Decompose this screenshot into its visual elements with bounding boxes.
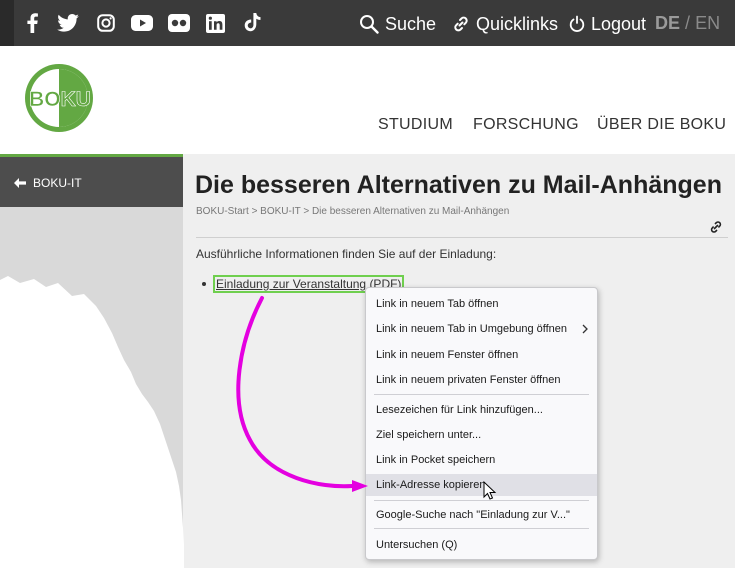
chevron-right-icon <box>582 324 588 334</box>
search-icon <box>360 15 379 34</box>
page-title: Die besseren Alternativen zu Mail-Anhäng… <box>195 171 722 199</box>
menu-item-copy-link-address[interactable]: Link-Adresse kopieren <box>366 474 597 496</box>
boku-logo-icon: BOKU <box>25 64 93 132</box>
quicklinks-label: Quicklinks <box>476 13 559 34</box>
twitter-icon[interactable] <box>57 10 79 36</box>
quicklinks-link[interactable]: Quicklinks <box>452 13 558 35</box>
facebook-icon[interactable] <box>24 10 40 36</box>
lang-separator: / <box>685 13 691 33</box>
linkedin-icon[interactable] <box>205 10 225 36</box>
flickr-icon[interactable] <box>167 10 191 36</box>
menu-separator <box>374 394 589 395</box>
instagram-icon[interactable] <box>96 10 116 36</box>
menu-item-google-search[interactable]: Google-Suche nach "Einladung zur V..." <box>366 504 597 526</box>
menu-separator <box>374 500 589 501</box>
intro-text: Ausführliche Informationen finden Sie au… <box>196 247 497 261</box>
site-header: BOKU STUDIUM FORSCHUNG ÜBER DIE BOKU <box>0 46 735 154</box>
menu-item-open-private-window[interactable]: Link in neuem privaten Fenster öffnen <box>366 369 597 391</box>
context-menu: Link in neuem Tab öffnen Link in neuem T… <box>365 287 598 560</box>
logo-text: BOKU <box>29 88 91 111</box>
logout-link[interactable]: Logout <box>569 13 646 35</box>
share-link-icon[interactable] <box>709 220 723 234</box>
menu-item-save-target[interactable]: Ziel speichern unter... <box>366 424 597 446</box>
lang-en[interactable]: EN <box>695 13 720 33</box>
title-divider <box>196 237 728 238</box>
arrow-left-icon <box>14 178 26 188</box>
youtube-icon[interactable] <box>130 10 154 36</box>
logout-label: Logout <box>591 13 647 34</box>
menu-item-open-tab-container[interactable]: Link in neuem Tab in Umgebung öffnen <box>366 318 597 340</box>
menu-separator <box>374 528 589 529</box>
boku-logo[interactable]: BOKU <box>23 62 95 134</box>
menu-item-open-new-window[interactable]: Link in neuem Fenster öffnen <box>366 344 597 366</box>
menu-item-label: Link in neuem Tab in Umgebung öffnen <box>376 323 568 335</box>
nav-ueber-die-boku[interactable]: ÜBER DIE BOKU <box>597 116 726 134</box>
tiktok-icon[interactable] <box>242 10 262 36</box>
power-icon <box>569 15 585 32</box>
nav-studium[interactable]: STUDIUM <box>378 116 453 134</box>
sidebar-back-label: BOKU-IT <box>33 176 82 190</box>
sidebar-back-link[interactable]: BOKU-IT <box>14 176 82 190</box>
sidebar-background <box>0 207 183 568</box>
sidebar-back-panel: BOKU-IT <box>0 154 183 207</box>
menu-item-save-to-pocket[interactable]: Link in Pocket speichern <box>366 449 597 471</box>
top-bar: Suche Quicklinks Logout DE / EN <box>0 0 735 46</box>
menu-item-open-new-tab[interactable]: Link in neuem Tab öffnen <box>366 293 597 315</box>
top-bar-edge <box>0 0 14 46</box>
nav-forschung[interactable]: FORSCHUNG <box>473 116 579 134</box>
link-icon <box>454 16 468 32</box>
language-switcher: DE / EN <box>655 13 720 34</box>
menu-item-bookmark-link[interactable]: Lesezeichen für Link hinzufügen... <box>366 399 597 421</box>
breadcrumb[interactable]: BOKU-Start > BOKU-IT > Die besseren Alte… <box>196 206 509 217</box>
bullet-dot <box>202 282 206 286</box>
lang-de[interactable]: DE <box>655 13 680 33</box>
search-link[interactable]: Suche <box>359 13 436 35</box>
search-label: Suche <box>385 13 437 34</box>
menu-item-inspect[interactable]: Untersuchen (Q) <box>366 534 597 556</box>
